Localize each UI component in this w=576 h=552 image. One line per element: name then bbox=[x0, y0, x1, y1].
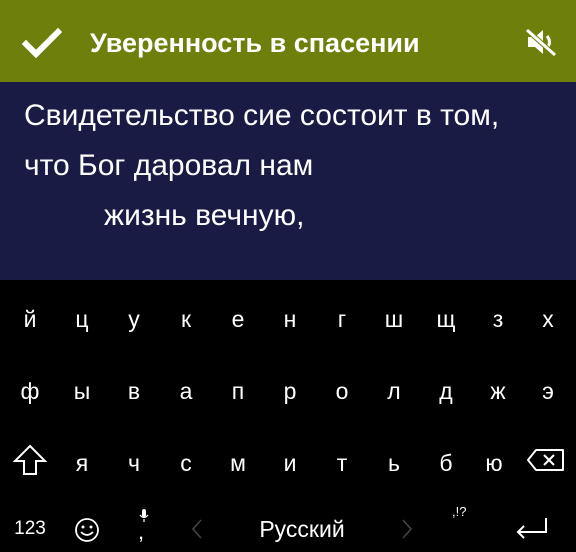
key-м[interactable]: м bbox=[212, 438, 264, 488]
key-ж[interactable]: ж bbox=[472, 366, 524, 416]
app-header: Уверенность в спасении bbox=[0, 0, 576, 82]
verse-line-3: жизнь вечную, bbox=[104, 199, 305, 232]
key-х[interactable]: х bbox=[522, 294, 574, 344]
punctuation-key[interactable]: ,!? bbox=[452, 504, 466, 519]
key-с[interactable]: с bbox=[160, 438, 212, 488]
key-д[interactable]: д bbox=[420, 366, 472, 416]
shift-icon[interactable] bbox=[12, 442, 48, 478]
key-я[interactable]: я bbox=[56, 438, 108, 488]
checkmark-icon[interactable] bbox=[22, 28, 62, 58]
key-ы[interactable]: ы bbox=[56, 366, 108, 416]
key-к[interactable]: к bbox=[160, 294, 212, 344]
verse-line-1: Свидетельство сие состоит в том, bbox=[24, 99, 500, 132]
key-е[interactable]: е bbox=[212, 294, 264, 344]
key-г[interactable]: г bbox=[316, 294, 368, 344]
key-ч[interactable]: ч bbox=[108, 438, 160, 488]
keyboard: й ц у к е н г ш щ з х ф ы в а п р о л д … bbox=[0, 280, 576, 552]
chevron-right-icon[interactable] bbox=[400, 518, 414, 540]
key-э[interactable]: э bbox=[522, 366, 574, 416]
key-н[interactable]: н bbox=[264, 294, 316, 344]
verse-line-2: что Бог даровал нам bbox=[24, 149, 314, 182]
key-ь[interactable]: ь bbox=[368, 438, 420, 488]
emoji-icon[interactable] bbox=[74, 517, 100, 543]
volume-off-icon[interactable] bbox=[524, 27, 558, 57]
key-ф[interactable]: ф bbox=[4, 366, 56, 416]
key-в[interactable]: в bbox=[108, 366, 160, 416]
key-о[interactable]: о bbox=[316, 366, 368, 416]
key-р[interactable]: р bbox=[264, 366, 316, 416]
page-title: Уверенность в спасении bbox=[90, 28, 420, 58]
key-т[interactable]: т bbox=[316, 438, 368, 488]
chevron-left-icon[interactable] bbox=[190, 518, 204, 540]
key-ю[interactable]: ю bbox=[468, 438, 520, 488]
verse-text-area: Свидетельство сие состоит в том, что Бог… bbox=[0, 82, 576, 280]
key-п[interactable]: п bbox=[212, 366, 264, 416]
backspace-icon[interactable] bbox=[526, 448, 566, 472]
key-щ[interactable]: щ bbox=[420, 294, 472, 344]
enter-icon[interactable] bbox=[514, 516, 550, 542]
key-у[interactable]: у bbox=[108, 294, 160, 344]
key-и[interactable]: и bbox=[264, 438, 316, 488]
comma-key[interactable]: , bbox=[138, 520, 144, 544]
key-й[interactable]: й bbox=[4, 294, 56, 344]
space-key[interactable]: Русский bbox=[222, 508, 382, 550]
numbers-key[interactable]: 123 bbox=[10, 514, 50, 544]
key-л[interactable]: л bbox=[368, 366, 420, 416]
key-а[interactable]: а bbox=[160, 366, 212, 416]
key-б[interactable]: б bbox=[420, 438, 472, 488]
key-ц[interactable]: ц bbox=[56, 294, 108, 344]
key-ш[interactable]: ш bbox=[368, 294, 420, 344]
key-з[interactable]: з bbox=[472, 294, 524, 344]
